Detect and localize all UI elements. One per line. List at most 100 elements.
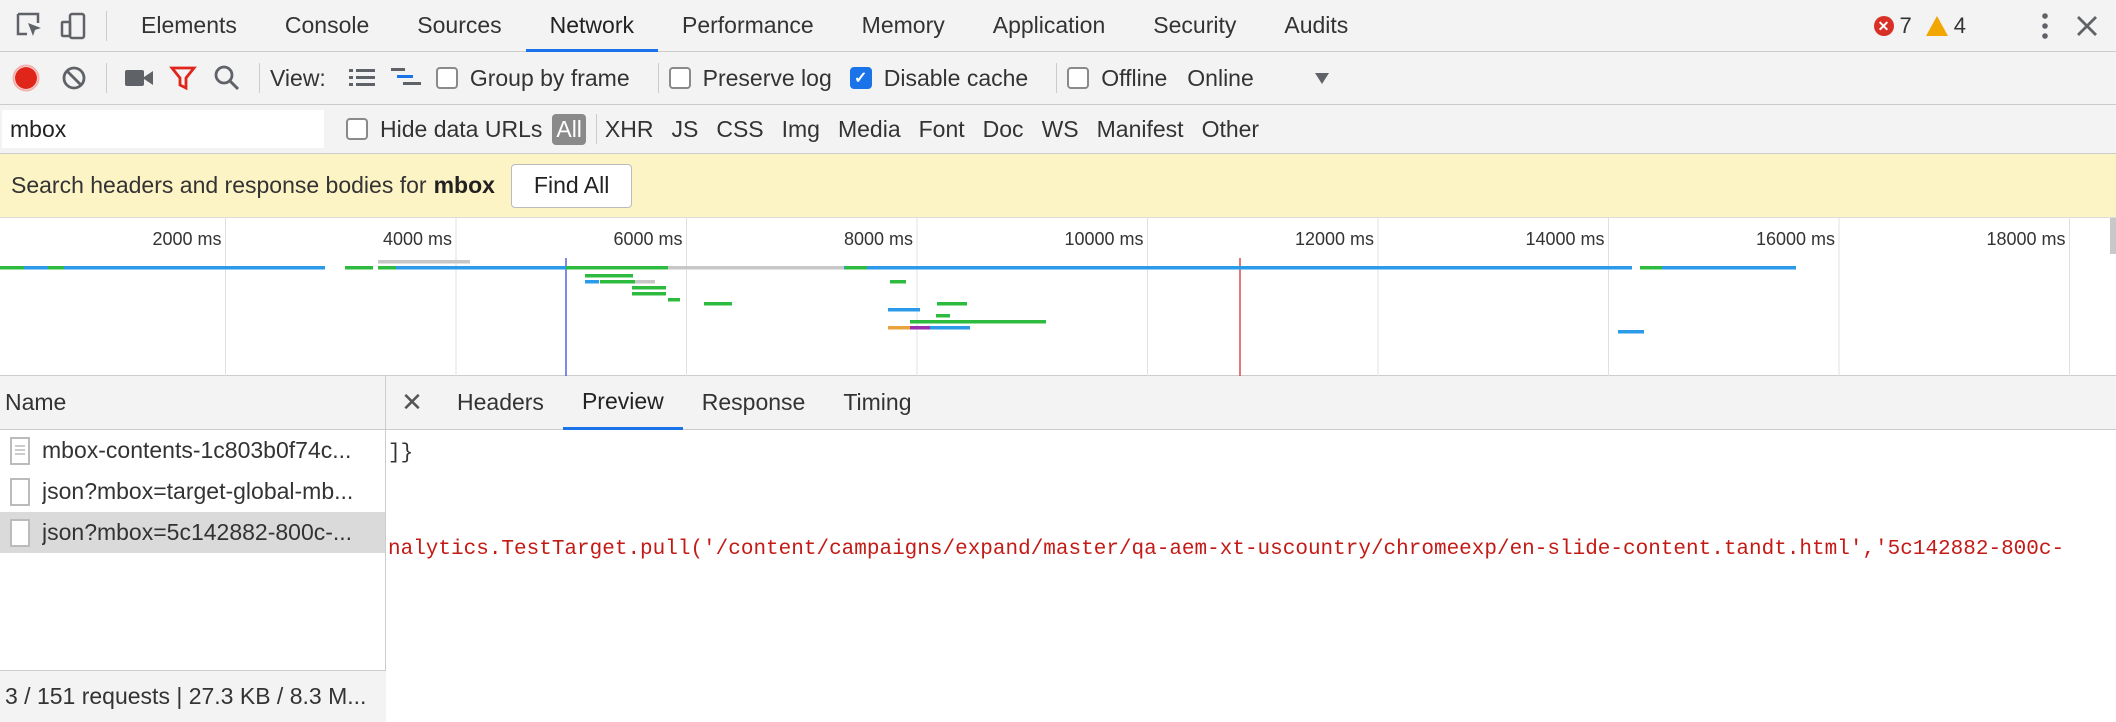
offline-label: Offline <box>1101 64 1168 91</box>
timeline-request-bar <box>888 326 910 330</box>
tab-elements[interactable]: Elements <box>117 0 261 52</box>
device-toolbar-icon[interactable] <box>52 4 96 48</box>
waterfall-overview-icon[interactable] <box>384 56 428 100</box>
offline-checkbox[interactable]: Offline <box>1067 65 1167 92</box>
timeline-overview-chart: 2000 ms 4000 ms 6000 ms 8000 ms 10000 ms 1200… <box>0 218 2070 376</box>
tab-application[interactable]: Application <box>969 0 1130 52</box>
request-row-selected[interactable]: json?mbox=5c142882-800c-... <box>0 512 385 553</box>
filter-type-media[interactable]: Media <box>838 116 901 143</box>
tab-response[interactable]: Response <box>683 376 825 430</box>
throttling-select[interactable]: Online <box>1187 65 1330 92</box>
devtools-tab-bar: Elements Console Sources Network Perform… <box>0 0 2116 52</box>
disable-cache-label: Disable cache <box>883 64 1029 91</box>
timeline-request-bar <box>930 326 970 330</box>
timeline-request-bar <box>937 302 967 306</box>
warning-icon <box>1925 16 1948 36</box>
find-all-button[interactable]: Find All <box>510 163 633 208</box>
timeline-request-bar <box>48 266 64 270</box>
timeline-request-bar <box>704 302 732 306</box>
hide-data-urls-checkbox[interactable]: Hide data URLs <box>346 116 542 143</box>
tab-timing[interactable]: Timing <box>824 376 930 430</box>
request-name: json?mbox=5c142882-800c-... <box>42 519 353 545</box>
timeline-tick-label: 10000 ms <box>1064 229 1143 249</box>
tab-security[interactable]: Security <box>1129 0 1260 52</box>
timeline-request-bar <box>1640 266 1796 270</box>
timeline-tick-label: 6000 ms <box>613 229 682 249</box>
timeline-request-bar <box>890 280 906 284</box>
timeline-request-bar <box>632 292 666 296</box>
inspect-element-icon[interactable] <box>8 4 52 48</box>
record-icon[interactable] <box>4 56 48 100</box>
file-icon <box>10 477 30 506</box>
more-options-icon[interactable] <box>2040 0 2050 52</box>
filter-type-all[interactable]: All <box>552 113 586 145</box>
close-detail-icon[interactable]: ✕ <box>386 387 438 418</box>
timeline-tick-label: 18000 ms <box>1986 229 2065 249</box>
timeline-request-bar <box>910 320 1046 324</box>
checkbox-icon <box>435 67 458 89</box>
filter-bar: Hide data URLs All XHR JS CSS Img Media … <box>0 105 2116 154</box>
tab-headers[interactable]: Headers <box>438 376 563 430</box>
disable-cache-checkbox[interactable]: ✓ Disable cache <box>849 64 1029 92</box>
request-name: mbox-contents-1c803b0f74c... <box>42 437 352 463</box>
divider <box>259 63 260 93</box>
timeline-request-bar <box>784 266 844 270</box>
filter-type-font[interactable]: Font <box>919 116 965 143</box>
timeline-overview[interactable]: 2000 ms 4000 ms 6000 ms 8000 ms 10000 ms 1200… <box>0 218 2116 376</box>
timeline-request-bar <box>668 266 784 270</box>
preserve-log-checkbox[interactable]: Preserve log <box>668 65 832 92</box>
tab-memory[interactable]: Memory <box>838 0 969 52</box>
clear-icon[interactable] <box>52 56 96 100</box>
group-by-frame-checkbox[interactable]: Group by frame <box>435 64 630 92</box>
timeline-request-bar <box>668 298 680 302</box>
preview-line: ]} <box>388 442 414 465</box>
filter-type-ws[interactable]: WS <box>1042 116 1079 143</box>
divider <box>595 114 597 144</box>
tab-preview[interactable]: Preview <box>562 376 683 430</box>
large-rows-icon[interactable] <box>340 56 384 100</box>
group-by-frame-label: Group by frame <box>469 64 630 91</box>
timeline-request-bar <box>585 280 599 284</box>
timeline-tick-label: 8000 ms <box>844 229 913 249</box>
filter-input[interactable] <box>2 110 324 148</box>
capture-screenshots-icon[interactable] <box>117 56 161 100</box>
timeline-tick-label: 16000 ms <box>1756 229 1835 249</box>
search-icon[interactable] <box>205 56 249 100</box>
filter-type-doc[interactable]: Doc <box>983 116 1024 143</box>
filter-type-manifest[interactable]: Manifest <box>1097 116 1184 143</box>
timeline-tick-label: 4000 ms <box>383 229 452 249</box>
checkbox-icon <box>1067 67 1090 89</box>
tab-sources[interactable]: Sources <box>393 0 525 52</box>
divider <box>1056 63 1058 93</box>
network-toolbar: View: Group by frame Preserve log ✓ Disa… <box>0 52 2116 105</box>
search-term: mbox <box>433 172 495 198</box>
request-row[interactable]: json?mbox=target-global-mb... <box>0 471 385 512</box>
timeline-request-bar <box>936 314 950 318</box>
filter-type-img[interactable]: Img <box>782 116 820 143</box>
request-row[interactable]: mbox-contents-1c803b0f74c... <box>0 430 385 471</box>
tab-console[interactable]: Console <box>261 0 393 52</box>
search-banner: Search headers and response bodies for m… <box>0 154 2116 218</box>
timeline-request-bar <box>0 266 24 270</box>
error-icon: ✕ <box>1873 16 1894 36</box>
tab-performance[interactable]: Performance <box>658 0 838 52</box>
timeline-request-bar <box>635 280 655 284</box>
close-devtools-icon[interactable] <box>2076 0 2098 52</box>
requests-summary: 3 / 151 requests | 27.3 KB / 8.3 M... <box>0 670 386 722</box>
checkbox-icon <box>668 67 691 89</box>
filter-type-js[interactable]: JS <box>671 116 698 143</box>
filter-icon[interactable] <box>161 56 205 100</box>
filter-type-css[interactable]: CSS <box>716 116 763 143</box>
timeline-tick-label: 14000 ms <box>1525 229 1604 249</box>
name-column-header[interactable]: Name <box>0 376 385 430</box>
detail-tab-bar: ✕ Headers Preview Response Timing <box>386 376 2116 430</box>
view-label: View: <box>270 64 326 91</box>
filter-type-xhr[interactable]: XHR <box>605 116 654 143</box>
timeline-request-bar <box>585 274 633 278</box>
tab-network[interactable]: Network <box>525 0 658 52</box>
tab-audits[interactable]: Audits <box>1260 0 1372 52</box>
overview-scrollbar[interactable] <box>2110 218 2116 254</box>
filter-type-other[interactable]: Other <box>1202 116 1260 143</box>
console-status[interactable]: ✕ 7 4 <box>1873 0 1966 52</box>
checkmark-icon: ✓ <box>849 67 872 89</box>
